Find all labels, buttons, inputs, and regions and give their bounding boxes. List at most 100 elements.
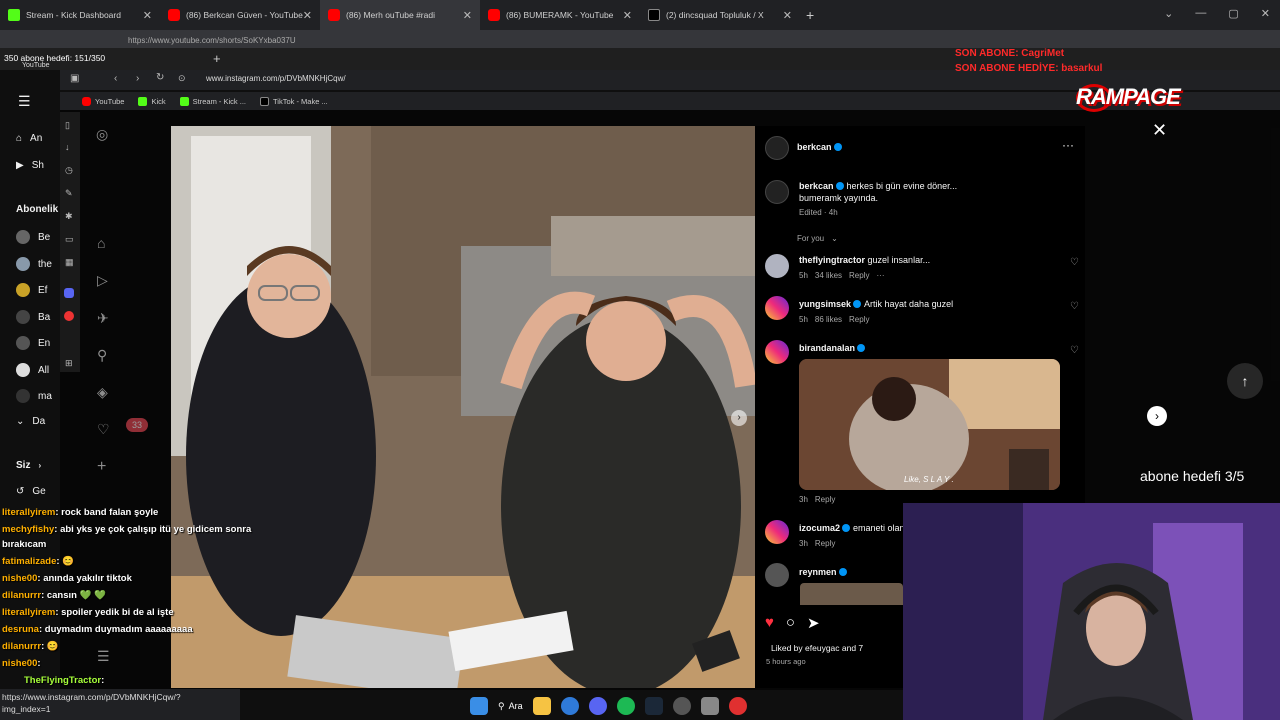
avatar xyxy=(16,336,30,350)
close-modal-icon[interactable]: ✕ xyxy=(1152,120,1167,141)
you-header[interactable]: Siz › xyxy=(16,460,41,471)
close-tab-icon[interactable]: ✕ xyxy=(303,9,312,22)
sidebar-item-history[interactable]: ↺ Ge xyxy=(16,486,46,497)
show-more-button[interactable]: ⌄ Da xyxy=(16,416,45,427)
close-window-button[interactable]: ✕ xyxy=(1261,7,1270,20)
extension-icon[interactable]: ✱ xyxy=(65,211,73,222)
wallet-icon[interactable]: ▭ xyxy=(65,234,74,245)
minimize-button[interactable]: — xyxy=(1195,7,1206,20)
tabs-icon[interactable]: ▦ xyxy=(65,257,74,268)
inner-new-tab-button[interactable]: + xyxy=(213,51,221,66)
bookmark-youtube[interactable]: YouTube xyxy=(82,96,124,106)
chat-message: literallyirem: spoiler yedik bi de al iş… xyxy=(2,607,174,618)
comment-icon[interactable]: ○ xyxy=(786,614,795,632)
carousel-next-icon[interactable]: › xyxy=(731,410,747,426)
avatar[interactable] xyxy=(765,296,789,320)
comment-gif[interactable]: Like, S L A Y . xyxy=(799,359,1060,490)
new-tab-button[interactable]: + xyxy=(806,7,814,23)
bookmark-kick[interactable]: Kick xyxy=(138,96,166,106)
taskbar-search[interactable]: ⚲ Ara xyxy=(498,701,523,712)
shorts-icon: ▶ xyxy=(16,160,24,171)
explore-icon[interactable]: ◈ xyxy=(97,384,108,401)
close-tab-icon[interactable]: ✕ xyxy=(463,9,472,22)
notifications-icon[interactable]: ♡ xyxy=(97,421,110,438)
scroll-to-top-icon[interactable]: ↑ xyxy=(1227,363,1263,399)
tab-search-icon[interactable]: ⌄ xyxy=(1164,7,1173,20)
subscriptions-header[interactable]: Abonelik xyxy=(16,204,58,215)
avatar[interactable] xyxy=(765,136,789,160)
outer-url-text[interactable]: https://www.youtube.com/shorts/SoKYxba03… xyxy=(128,36,296,45)
instagram-logo-icon[interactable]: ◎ xyxy=(96,126,108,143)
avatar[interactable] xyxy=(765,340,789,364)
spotify-icon[interactable] xyxy=(616,697,635,715)
back-icon[interactable]: ‹ xyxy=(114,73,117,84)
sidebar-channel[interactable]: En xyxy=(16,336,50,350)
tab-bumeramk-youtube[interactable]: (86) BUMERAMK - YouTube ✕ xyxy=(480,0,640,30)
sidebar-channel[interactable]: Ef xyxy=(16,283,47,297)
vivaldi-icon[interactable] xyxy=(728,697,747,715)
settings-icon[interactable] xyxy=(700,697,719,715)
tab-kick-dashboard[interactable]: Stream - Kick Dashboard ✕ xyxy=(0,0,160,30)
forward-icon[interactable]: › xyxy=(136,73,139,84)
next-post-icon[interactable]: › xyxy=(1147,406,1167,426)
create-icon[interactable]: + xyxy=(97,458,106,476)
close-tab-icon[interactable]: ✕ xyxy=(143,9,152,22)
discord-icon[interactable] xyxy=(64,288,74,298)
tab-berkcan-youtube[interactable]: (86) Berkcan Güven - YouTube ✕ xyxy=(160,0,320,30)
comment-options-icon[interactable]: ··· xyxy=(876,271,884,280)
sidebar-channel[interactable]: Be xyxy=(16,230,50,244)
avatar[interactable] xyxy=(765,180,789,204)
like-post-icon[interactable]: ♥ xyxy=(765,614,774,632)
windows-start-icon[interactable] xyxy=(470,697,488,715)
close-tab-icon[interactable]: ✕ xyxy=(783,9,792,22)
share-icon[interactable]: ➤ xyxy=(807,614,820,632)
reload-icon[interactable]: ↻ xyxy=(156,72,164,83)
sidebar-channel[interactable]: ma xyxy=(16,389,52,403)
avatar[interactable] xyxy=(765,563,789,587)
sidebar-toggle-icon[interactable]: ▣ xyxy=(70,73,79,84)
post-author[interactable]: berkcan xyxy=(797,142,845,152)
more-options-icon[interactable]: ··· xyxy=(1062,138,1074,152)
tab-dincsquad-x[interactable]: (2) dincsquad Topluluk / X ✕ xyxy=(640,0,800,30)
obs-icon[interactable] xyxy=(672,697,691,715)
messages-icon[interactable]: ✈ xyxy=(97,310,109,327)
bookmark-icon[interactable]: ▯ xyxy=(65,120,70,131)
download-icon[interactable]: ↓ xyxy=(65,142,70,152)
reels-icon[interactable]: ▷ xyxy=(97,272,108,289)
close-tab-icon[interactable]: ✕ xyxy=(623,9,632,22)
sort-dropdown[interactable]: For you ⌄ xyxy=(797,234,838,243)
caption-edited: Edited · 4h xyxy=(799,208,838,217)
gif-illustration xyxy=(799,359,1060,490)
sidebar-channel[interactable]: Ba xyxy=(16,310,50,324)
verified-icon xyxy=(853,300,862,308)
clock-icon[interactable]: ◷ xyxy=(65,165,73,176)
comment-gif-preview[interactable] xyxy=(800,583,903,605)
avatar[interactable] xyxy=(765,520,789,544)
like-comment-icon[interactable]: ♡ xyxy=(1070,301,1079,312)
file-explorer-icon[interactable] xyxy=(532,697,551,715)
steam-icon[interactable] xyxy=(644,697,663,715)
tab-merhaba-youtube[interactable]: (86) Merh ouTube #radi ✕ xyxy=(320,0,480,30)
search-icon[interactable]: ⚲ xyxy=(97,347,107,364)
vivaldi-icon[interactable] xyxy=(64,311,74,321)
chrome-icon[interactable] xyxy=(560,697,579,715)
like-comment-icon[interactable]: ♡ xyxy=(1070,257,1079,268)
sidebar-item-shorts[interactable]: ▶ Sh xyxy=(16,160,44,171)
bookmark-kick-stream[interactable]: Stream - Kick ... xyxy=(179,96,246,106)
sidebar-channel[interactable]: All xyxy=(16,363,49,377)
maximize-button[interactable]: ▢ xyxy=(1228,7,1238,20)
add-panel-icon[interactable]: ⊞ xyxy=(65,358,73,369)
inner-url-text[interactable]: www.instagram.com/p/DVbMNKHjCqw/ xyxy=(206,74,346,83)
home-icon[interactable]: ⌂ xyxy=(97,235,105,251)
like-comment-icon[interactable]: ♡ xyxy=(1070,345,1079,356)
discord-icon[interactable] xyxy=(588,697,607,715)
avatar[interactable] xyxy=(765,254,789,278)
sidebar-item-home[interactable]: ⌂ An xyxy=(16,133,42,144)
sidebar-channel[interactable]: the xyxy=(16,257,52,271)
liked-by-text[interactable]: Liked by efeuygac and 7 xyxy=(771,643,863,653)
webcam-illustration xyxy=(903,503,1280,720)
bookmark-tiktok[interactable]: TikTok - Make ... xyxy=(260,96,328,106)
hamburger-menu-icon[interactable]: ☰ xyxy=(18,93,31,110)
edit-icon[interactable]: ✎ xyxy=(65,188,73,199)
site-info-icon[interactable]: ⊙ xyxy=(178,73,186,84)
